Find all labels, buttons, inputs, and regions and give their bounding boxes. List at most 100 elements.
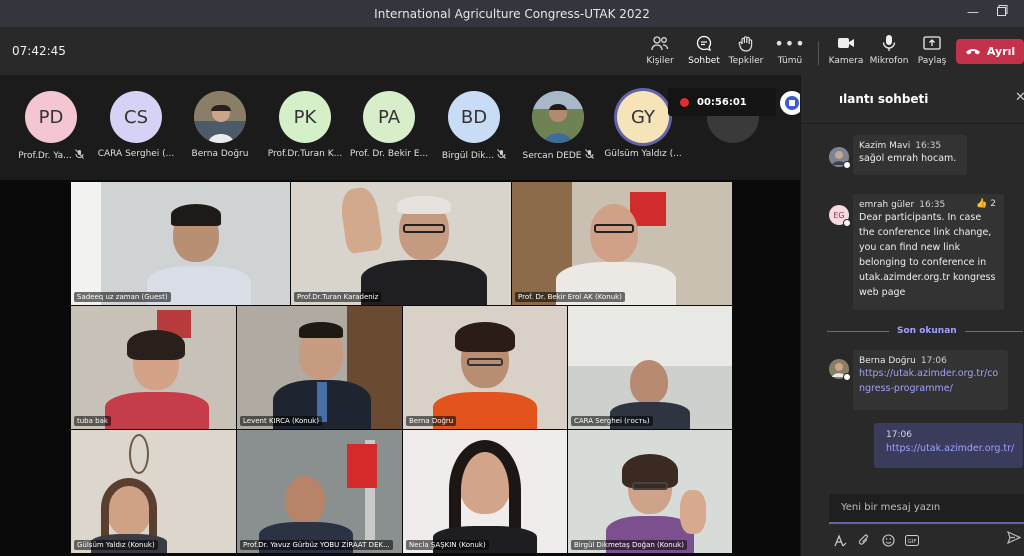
video-tile[interactable]: Prof.Dr. Yavuz Gürbüz YOBU ZİRAAT DEK... (237, 430, 402, 553)
mic-off-icon (497, 149, 506, 162)
participant-video-label: CARA Serghei (гость) (571, 416, 653, 426)
people-button[interactable]: Kişiler (640, 33, 680, 73)
recording-indicator: 00:56:01 (668, 88, 776, 116)
message-link[interactable]: https://utak.azimder.org.tr/congress-pro… (859, 366, 1002, 396)
avatar: BD (448, 91, 500, 143)
participant-video-label: Berna Doğru (406, 416, 457, 426)
microphone-label: Mikrofon (869, 56, 909, 66)
participant-name: Gülsüm Yaldız (... (604, 149, 682, 159)
participant-tile[interactable]: PK Prof.Dr.Turan K... (262, 91, 348, 159)
message-author: emrah güler (859, 200, 915, 210)
avatar: PA (363, 91, 415, 143)
close-icon[interactable]: ✕ (1015, 90, 1024, 105)
participant-name: CARA Serghei (... (97, 149, 175, 159)
avatar (532, 91, 584, 143)
window-title: International Agriculture Congress-UTAK … (374, 6, 650, 21)
participant-name: Birgül Dik... (441, 150, 495, 161)
emoji-icon[interactable] (881, 533, 895, 547)
microphone-button[interactable]: Mikrofon (869, 33, 909, 73)
reaction-count: 2 (990, 199, 996, 209)
participant-video-label: Sadeeq uz zaman (Guest) (74, 292, 171, 302)
video-tile[interactable]: Prof.Dr.Turan Karadeniz (291, 182, 511, 305)
people-label: Kişiler (646, 56, 674, 66)
chat-message[interactable]: Kazim Mavi 16:35 sağol emrah hocam. (853, 135, 967, 175)
participant-tile[interactable]: CS CARA Serghei (... (93, 91, 179, 159)
participant-tile[interactable]: PD Prof.Dr. Ya... (8, 91, 94, 162)
mic-off-icon (74, 149, 84, 162)
video-tile[interactable]: Sadeeq uz zaman (Guest) (71, 182, 290, 305)
recording-dot-icon (680, 97, 689, 107)
video-tile[interactable]: Birgül Dikmetaş Doğan (Konuk) (568, 430, 732, 553)
message-time: 17:06 (886, 430, 912, 440)
message-time: 16:35 (915, 141, 942, 151)
chat-icon (696, 33, 712, 53)
chat-label: Sohbet (688, 56, 720, 66)
gif-icon[interactable]: GIF (905, 533, 919, 547)
message-author: Kazim Mavi (859, 141, 911, 151)
toolbar-separator (818, 41, 819, 65)
message-text: sağol emrah hocam. (859, 153, 957, 164)
video-tile[interactable]: tuba bak (71, 306, 236, 429)
participant-tile[interactable]: Sercan DEDE (515, 91, 601, 162)
message-time: 16:35 (919, 200, 946, 210)
svg-text:GIF: GIF (907, 539, 916, 545)
presence-icon (843, 219, 851, 227)
avatar (829, 147, 851, 169)
reactions-label: Tepkiler (728, 56, 764, 66)
participant-video-label: Birgül Dikmetaş Doğan (Konuk) (571, 540, 687, 550)
video-tile[interactable]: Prof. Dr. Bekir Erol AK (Konuk) (512, 182, 732, 305)
message-link[interactable]: https://utak.azimder.org.tr/ (886, 443, 1014, 454)
attach-icon[interactable] (857, 533, 871, 547)
own-chat-message[interactable]: 17:06 https://utak.azimder.org.tr/ (874, 423, 1023, 468)
camera-icon (837, 33, 855, 53)
chat-message[interactable]: Berna Doğru 17:06 https://utak.azimder.or… (853, 350, 1008, 410)
participant-video-label: tuba bak (74, 416, 111, 426)
participant-tile[interactable]: PA Prof. Dr. Bekir E... (346, 91, 432, 159)
participant-video-label: Levent KIRCA (Konuk) (240, 416, 322, 426)
format-icon[interactable] (833, 533, 847, 547)
reaction[interactable]: 👍 2 (976, 199, 996, 209)
message-time: 17:06 (920, 356, 947, 366)
participant-name: Berna Doğru (191, 149, 249, 159)
more-button[interactable]: ••• Tümü (770, 33, 810, 73)
avatar: GY (617, 91, 669, 143)
participant-name: Prof.Dr. Ya... (18, 150, 72, 161)
divider (801, 123, 1024, 124)
video-tile[interactable]: Berna Doğru (403, 306, 567, 429)
share-button[interactable]: Paylaş (912, 33, 952, 73)
participant-video-label: Prof. Dr. Bekir Erol AK (Konuk) (515, 292, 625, 302)
participant-name: Prof. Dr. Bekir E... (349, 149, 429, 159)
chat-panel: ılantı sohbeti ✕ Kazim Mavi 16:35 sağol e… (800, 75, 1024, 556)
participant-video-label: Prof.Dr. Yavuz Gürbüz YOBU ZİRAAT DEK... (240, 540, 393, 550)
video-tile[interactable]: Gülsüm Yaldız (Konuk) (71, 430, 236, 553)
avatar: CS (110, 91, 162, 143)
presence-icon (843, 373, 851, 381)
minimize-icon[interactable]: — (967, 5, 979, 19)
participant-tile[interactable]: BD Birgül Dik... (431, 91, 517, 162)
chat-title: ılantı sohbeti (839, 92, 929, 106)
camera-button[interactable]: Kamera (826, 33, 866, 73)
leave-button[interactable]: Ayrıl (956, 39, 1024, 64)
video-grid: Sadeeq uz zaman (Guest) Prof.Dr.Turan Ka… (0, 180, 800, 556)
video-tile[interactable]: Levent KIRCA (Konuk) (237, 306, 402, 429)
share-label: Paylaş (917, 56, 947, 66)
raise-hand-icon (738, 33, 754, 53)
presence-icon (843, 161, 851, 169)
chat-message[interactable]: emrah güler 16:35 👍 2 Dear participants. … (853, 194, 1004, 310)
participant-video-label: Prof.Dr.Turan Karadeniz (294, 292, 382, 302)
maximize-icon[interactable] (997, 5, 1008, 19)
microphone-icon (882, 33, 896, 53)
video-tile[interactable]: Necla ŞAŞKIN (Konuk) (403, 430, 567, 553)
reactions-button[interactable]: Tepkiler (726, 33, 766, 73)
send-icon[interactable] (1006, 530, 1022, 547)
avatar (829, 359, 851, 381)
participant-name: Sercan DEDE (522, 150, 582, 161)
message-input[interactable]: Yeni bir mesaj yazın (829, 494, 1024, 524)
participant-tile[interactable]: Berna Doğru (177, 91, 263, 159)
meeting-toolbar: 07:42:45 Kişiler Sohbet Tepkiler ••• Tüm… (0, 27, 1024, 79)
leave-label: Ayrıl (986, 45, 1016, 58)
participant-video-label: Necla ŞAŞKIN (Konuk) (406, 540, 489, 550)
teams-meeting-window: International Agriculture Congress-UTAK … (0, 0, 1024, 556)
video-tile[interactable]: CARA Serghei (гость) (568, 306, 732, 429)
chat-button[interactable]: Sohbet (684, 33, 724, 79)
